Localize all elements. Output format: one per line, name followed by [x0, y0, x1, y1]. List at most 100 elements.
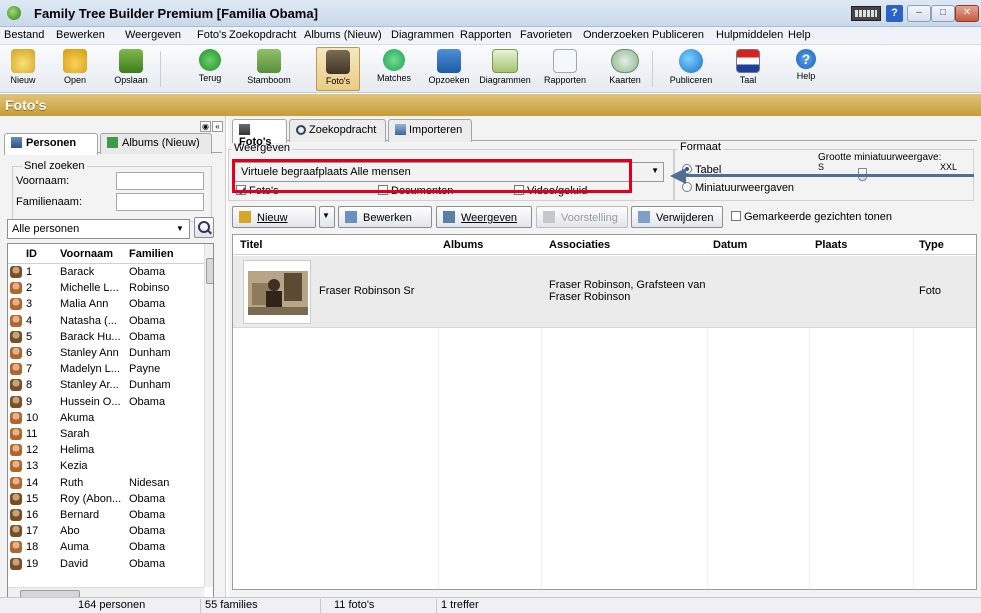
fotos-button[interactable]: Foto's	[316, 47, 360, 91]
tab-zoekopdracht[interactable]: Zoekopdracht	[289, 119, 386, 142]
globe-icon	[679, 49, 703, 73]
list-item[interactable]: 11 Sarah	[8, 427, 204, 443]
familienaam-input[interactable]	[116, 193, 204, 211]
menu-onderzoeken[interactable]: Onderzoeken	[583, 29, 649, 41]
menu-help[interactable]: Help	[788, 29, 811, 41]
list-item[interactable]: 6 Stanley Ann Dunham	[8, 346, 204, 362]
person-first: Roy (Abon...	[60, 492, 122, 505]
col-familienaam[interactable]: Familien	[129, 248, 174, 260]
terug-label: Terug	[198, 73, 222, 83]
publiceren-button[interactable]: Publiceren	[666, 47, 716, 91]
photo-thumbnail[interactable]	[243, 260, 311, 324]
miniatuur-radio[interactable]: Miniatuurweergaven	[682, 182, 794, 194]
familienaam-label: Familienaam:	[16, 196, 83, 208]
person-first: Michelle L...	[60, 282, 119, 295]
menu-weergeven[interactable]: Weergeven	[125, 29, 181, 41]
list-item[interactable]: 5 Barack Hu... Obama	[8, 330, 204, 346]
tab-personen[interactable]: Personen	[4, 133, 98, 155]
person-first: Natasha (...	[60, 314, 117, 327]
collapse-icon[interactable]: «	[212, 121, 223, 132]
list-item[interactable]: 13 Kezia	[8, 459, 204, 475]
list-item[interactable]: 1 Barack Obama	[8, 265, 204, 281]
menu-diagrammen[interactable]: Diagrammen	[391, 29, 454, 41]
list-item[interactable]: 4 Natasha (... Obama	[8, 314, 204, 330]
tab-albums[interactable]: Albums (Nieuw)	[100, 133, 212, 154]
search-button[interactable]	[194, 217, 214, 238]
list-item[interactable]: 16 Bernard Obama	[8, 508, 204, 524]
open-button[interactable]: Open	[55, 47, 95, 91]
menu-rapporten[interactable]: Rapporten	[460, 29, 511, 41]
col-id[interactable]: ID	[26, 248, 37, 260]
close-button[interactable]: ✕	[955, 5, 979, 22]
fotos-label: Foto's	[325, 76, 351, 86]
verwijderen-button[interactable]: Verwijderen	[631, 206, 723, 228]
menu-publiceren[interactable]: Publiceren	[652, 29, 704, 41]
stamboom-button[interactable]: Stamboom	[245, 47, 293, 91]
menu-fotos[interactable]: Foto's	[197, 29, 227, 41]
voorstelling-label: Voorstelling	[561, 212, 618, 224]
person-id: 18	[26, 541, 39, 554]
col-voornaam[interactable]: Voornaam	[60, 248, 113, 260]
male-person-icon	[10, 379, 22, 392]
list-item[interactable]: 9 Hussein O... Obama	[8, 395, 204, 411]
voornaam-input[interactable]	[116, 172, 204, 190]
voorstelling-button[interactable]: Voorstelling	[536, 206, 628, 228]
menu-zoekopdracht[interactable]: Zoekopdracht	[229, 29, 296, 41]
help-icon[interactable]: ?	[886, 5, 903, 22]
list-item[interactable]: 3 Malia Ann Obama	[8, 297, 204, 313]
person-id: 3	[26, 298, 33, 311]
list-item[interactable]: 2 Michelle L... Robinso	[8, 281, 204, 297]
help-button[interactable]: ? Help	[786, 47, 826, 91]
person-id: 8	[26, 379, 33, 392]
kaarten-button[interactable]: Kaarten	[603, 47, 647, 91]
taal-button[interactable]: Taal	[726, 47, 770, 91]
female-person-icon	[10, 298, 22, 311]
list-item[interactable]: 10 Akuma	[8, 411, 204, 427]
lookup-icon	[437, 49, 461, 73]
list-item[interactable]: 19 David Obama	[8, 557, 204, 573]
col-albums[interactable]: Albums	[443, 239, 483, 251]
opslaan-button[interactable]: Opslaan	[106, 47, 156, 91]
vertical-scrollbar[interactable]	[204, 244, 213, 587]
keyboard-icon[interactable]	[851, 6, 881, 21]
person-first: Sarah	[60, 428, 90, 440]
list-item[interactable]: 7 Madelyn L... Payne	[8, 362, 204, 378]
list-item[interactable]: 15 Roy (Abon... Obama	[8, 492, 204, 508]
tab-fotos[interactable]: Foto's	[232, 119, 287, 148]
list-item[interactable]: 17 Abo Obama	[8, 524, 204, 540]
menu-bestand[interactable]: Bestand	[4, 29, 44, 41]
weergeven-button[interactable]: Weergeven	[436, 206, 532, 228]
menu-hulpmiddelen[interactable]: Hulpmiddelen	[716, 29, 783, 41]
rapporten-button[interactable]: Rapporten	[540, 47, 590, 91]
opzoeken-button[interactable]: Opzoeken	[427, 47, 471, 91]
terug-button[interactable]: Terug	[190, 47, 230, 91]
col-plaats[interactable]: Plaats	[815, 239, 847, 251]
tab-importeren[interactable]: Importeren	[388, 119, 472, 142]
nieuw-dropdown[interactable]: ▼	[319, 206, 335, 228]
col-titel[interactable]: Titel	[240, 239, 262, 251]
diagrammen-button[interactable]: Diagrammen	[477, 47, 533, 91]
size-small-label: S	[818, 162, 825, 172]
faces-checkbox[interactable]: Gemarkeerde gezichten tonen	[731, 211, 892, 223]
menu-bewerken[interactable]: Bewerken	[56, 29, 105, 41]
help-label: Help	[796, 71, 816, 81]
table-row[interactable]: Fraser Robinson Sr Fraser Robinson, Graf…	[233, 256, 976, 328]
bewerken-button[interactable]: Bewerken	[338, 206, 432, 228]
taal-label: Taal	[739, 75, 757, 85]
col-datum[interactable]: Datum	[713, 239, 747, 251]
nieuw-button[interactable]: Nieuw	[3, 47, 43, 91]
list-item[interactable]: 14 Ruth Nidesan	[8, 476, 204, 492]
minimize-button[interactable]: –	[907, 5, 931, 22]
person-filter-select[interactable]: Alle personen ▼	[7, 219, 190, 239]
col-associaties[interactable]: Associaties	[549, 239, 610, 251]
maximize-button[interactable]: □	[931, 5, 955, 22]
nieuw-action-button[interactable]: Nieuw	[232, 206, 316, 228]
menu-favorieten[interactable]: Favorieten	[520, 29, 572, 41]
matches-button[interactable]: Matches	[372, 47, 416, 91]
menu-albums[interactable]: Albums (Nieuw)	[304, 29, 382, 41]
list-item[interactable]: 8 Stanley Ar... Dunham	[8, 378, 204, 394]
list-item[interactable]: 12 Helima	[8, 443, 204, 459]
col-type[interactable]: Type	[919, 239, 944, 251]
pin-icon[interactable]: ◉	[200, 121, 211, 132]
list-item[interactable]: 18 Auma Obama	[8, 540, 204, 556]
